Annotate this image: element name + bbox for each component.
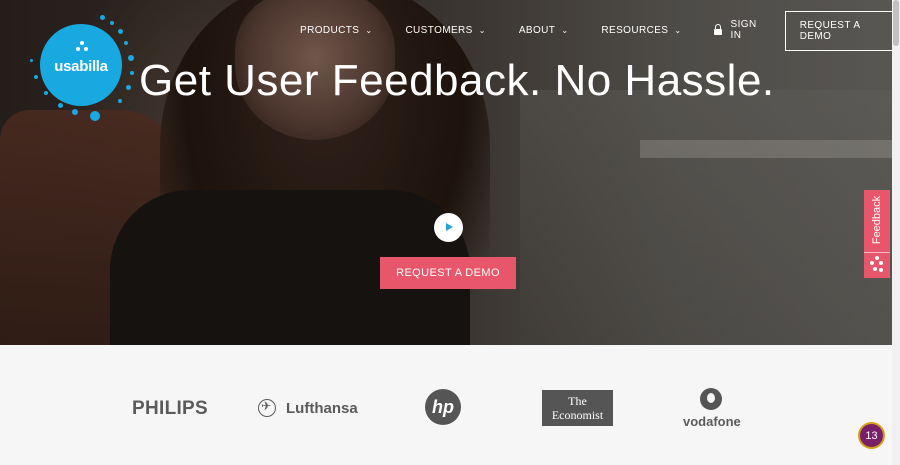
- nav-item-label: ABOUT: [518, 24, 556, 36]
- usabilla-logo[interactable]: usabilla: [40, 24, 122, 106]
- feedback-logo-icon: [870, 256, 884, 274]
- vodafone-speechmark-icon: [700, 388, 722, 410]
- logo-mark-icon: [76, 41, 88, 53]
- philips-logo: PHILIPS: [132, 398, 209, 419]
- lock-icon: [714, 24, 722, 35]
- nav-item-label: RESOURCES: [601, 24, 669, 36]
- economist-line-2: Economist: [551, 408, 604, 422]
- chevron-down-icon: ⌄: [674, 25, 682, 35]
- sign-in-link[interactable]: SIGN IN: [714, 19, 765, 41]
- nav-item-customers[interactable]: CUSTOMERS ⌄: [405, 25, 485, 36]
- chevron-down-icon: ⌄: [561, 25, 569, 35]
- play-video-button[interactable]: [434, 213, 463, 242]
- feedback-tab-label: Feedback: [871, 195, 883, 245]
- nav-item-resources[interactable]: RESOURCES ⌄: [601, 25, 681, 36]
- client-logos-section: PHILIPS Lufthansa hp The Economist vodaf…: [0, 345, 892, 465]
- nav-item-about[interactable]: ABOUT ⌄: [519, 25, 569, 36]
- chevron-down-icon: ⌄: [365, 25, 373, 35]
- sign-in-label: SIGN IN: [730, 19, 757, 41]
- lufthansa-crane-icon: [258, 399, 276, 417]
- hp-logo: hp: [425, 389, 461, 425]
- notification-count-badge[interactable]: 13: [858, 422, 885, 449]
- lufthansa-wordmark: Lufthansa: [286, 399, 358, 417]
- request-demo-cta-button[interactable]: REQUEST A DEMO: [380, 257, 516, 289]
- lufthansa-logo: Lufthansa: [258, 399, 358, 417]
- scrollbar-thumb[interactable]: [893, 0, 899, 46]
- vodafone-logo: vodafone: [683, 414, 741, 429]
- feedback-tab-divider: [864, 252, 890, 253]
- chevron-down-icon: ⌄: [478, 25, 486, 35]
- nav-item-products[interactable]: PRODUCTS ⌄: [300, 25, 372, 36]
- nav-item-label: PRODUCTS: [300, 24, 360, 36]
- nav-item-label: CUSTOMERS: [405, 24, 473, 36]
- page-scrollbar[interactable]: [892, 0, 900, 465]
- economist-line-1: The: [568, 394, 587, 408]
- request-demo-nav-button[interactable]: REQUEST A DEMO: [784, 10, 900, 51]
- logo-text: usabilla: [54, 58, 108, 75]
- hero-headline: Get User Feedback. No Hassle.: [139, 56, 775, 105]
- main-nav: PRODUCTS ⌄ CUSTOMERS ⌄ ABOUT ⌄ RESOURCES…: [300, 10, 900, 51]
- feedback-tab[interactable]: Feedback: [864, 190, 890, 278]
- economist-logo: The Economist: [542, 390, 613, 426]
